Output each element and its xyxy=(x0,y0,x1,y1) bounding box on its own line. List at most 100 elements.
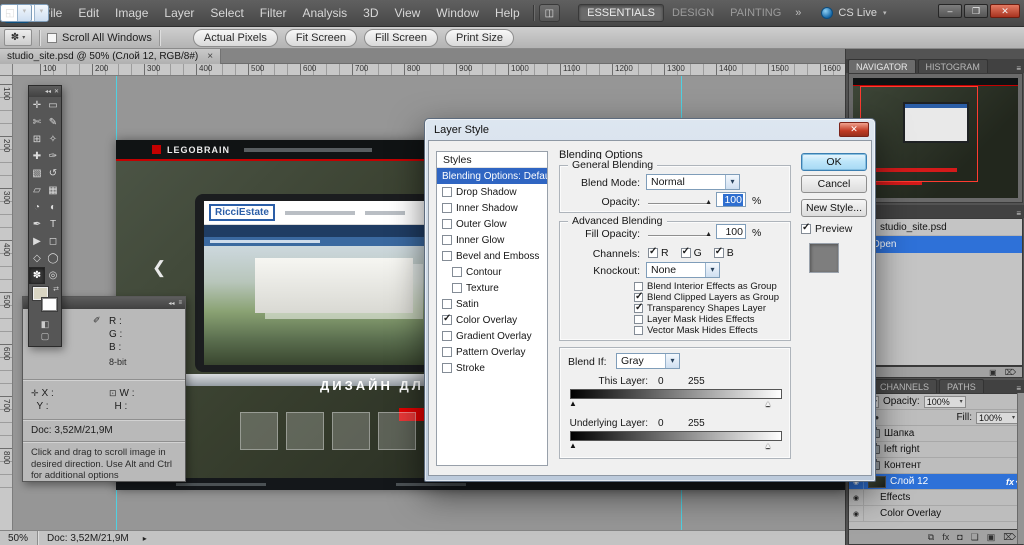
new-style-button[interactable]: New Style... xyxy=(801,199,867,217)
panel-menu-icon[interactable]: ≡ xyxy=(1016,209,1021,218)
panel-tab[interactable]: CHANNELS xyxy=(872,379,938,393)
blend-mode-dropdown[interactable]: Normal xyxy=(646,174,740,190)
navigator-thumbnail[interactable] xyxy=(853,78,1018,198)
style-item[interactable]: Satin xyxy=(437,296,547,312)
panel-tab[interactable]: NAVIGATOR xyxy=(848,59,916,73)
shadow-slider-handle[interactable]: ▲ xyxy=(569,400,577,408)
mode-icon[interactable]: ▢ xyxy=(41,331,50,342)
panel-menu-icon[interactable]: ≡ xyxy=(178,300,182,306)
option-checkbox[interactable] xyxy=(634,282,643,291)
channel-checkbox[interactable] xyxy=(713,246,724,258)
style-checkbox[interactable] xyxy=(452,283,462,293)
scrollbar[interactable] xyxy=(1017,393,1024,544)
style-checkbox[interactable] xyxy=(452,267,462,277)
option-checkbox[interactable] xyxy=(634,315,643,324)
menu-item[interactable]: Layer xyxy=(156,0,202,27)
fill-dropdown[interactable]: 100% xyxy=(976,411,1018,424)
menu-item[interactable]: Edit xyxy=(70,0,107,27)
close-icon[interactable]: ✕ xyxy=(54,88,59,95)
preview-option[interactable]: Preview xyxy=(801,222,852,235)
dialog-close-button[interactable]: ✕ xyxy=(839,122,869,137)
style-item[interactable]: Stroke xyxy=(437,360,547,376)
channel-checkbox[interactable] xyxy=(680,246,691,258)
blur-tool[interactable]: ◔ xyxy=(29,199,45,216)
collapse-icon[interactable]: ◂◂ xyxy=(168,300,174,307)
workspace-button[interactable]: ESSENTIALS xyxy=(578,4,664,22)
eraser-tool[interactable]: ▱ xyxy=(29,182,45,199)
style-checkbox[interactable] xyxy=(442,363,452,373)
cs-live-button[interactable]: CS Live xyxy=(821,7,886,19)
workspace-overflow-chevron[interactable]: » xyxy=(789,7,807,19)
history-brush-tool[interactable]: ↺ xyxy=(45,165,61,182)
layers-footer-icon[interactable]: ◘ xyxy=(957,532,962,542)
advanced-option[interactable]: Blend Clipped Layers as Group xyxy=(634,291,779,303)
brush-tool[interactable]: ✑ xyxy=(45,148,61,165)
advanced-option[interactable]: Layer Mask Hides Effects xyxy=(634,314,779,325)
style-item[interactable]: Contour xyxy=(437,264,547,280)
panel-tab[interactable]: PATHS xyxy=(939,379,984,393)
style-item[interactable]: Gradient Overlay xyxy=(437,328,547,344)
view-button[interactable]: Actual Pixels xyxy=(192,28,278,47)
ok-button[interactable]: OK xyxy=(801,153,867,171)
close-button[interactable]: ✕ xyxy=(990,4,1020,18)
style-item[interactable]: Texture xyxy=(437,280,547,296)
scroll-all-windows-checkbox[interactable] xyxy=(47,32,57,43)
layers-footer-icon[interactable]: ❏ xyxy=(971,532,979,543)
style-checkbox[interactable] xyxy=(442,203,452,213)
this-layer-gradient-bar[interactable] xyxy=(570,389,782,399)
zoom-tool[interactable]: ◎ xyxy=(45,267,61,284)
3d-rotate-tool[interactable]: ◇ xyxy=(29,250,45,267)
option-checkbox[interactable] xyxy=(634,291,643,302)
style-checkbox[interactable] xyxy=(442,219,452,229)
status-options-arrow[interactable]: ▸ xyxy=(143,534,147,543)
minimize-button[interactable]: – xyxy=(938,4,962,18)
view-button[interactable]: Fit Screen xyxy=(284,28,357,47)
tab-close-icon[interactable]: × xyxy=(207,51,213,62)
shadow-slider-handle[interactable]: ▲ xyxy=(569,442,577,450)
channel-checkbox-item[interactable]: R xyxy=(648,246,669,259)
menu-item[interactable]: Image xyxy=(107,0,156,27)
style-item[interactable]: Pattern Overlay xyxy=(437,344,547,360)
view-button[interactable]: Print Size xyxy=(444,28,515,47)
cancel-button[interactable]: Cancel xyxy=(801,175,867,193)
mode-icon[interactable]: ◧ xyxy=(41,319,50,330)
option-checkbox[interactable] xyxy=(634,302,643,313)
screen-mode-icon[interactable]: ◱ xyxy=(0,4,32,22)
blend-if-dropdown[interactable]: Gray xyxy=(616,353,680,369)
style-item[interactable]: Color Overlay xyxy=(437,312,547,328)
dialog-title-bar[interactable]: Layer Style xyxy=(428,119,872,140)
hand-tool[interactable]: ✽ xyxy=(29,267,45,284)
rectangular-marquee-tool[interactable]: ▭ xyxy=(45,97,61,114)
background-color-swatch[interactable] xyxy=(41,297,58,312)
style-item[interactable]: Blending Options: Default xyxy=(437,168,547,184)
channel-checkbox-item[interactable]: G xyxy=(680,246,702,259)
layers-footer-icon[interactable]: ⌦ xyxy=(1003,532,1016,543)
layers-footer-icon[interactable]: ▣ xyxy=(987,532,996,543)
advanced-option[interactable]: Blend Interior Effects as Group xyxy=(634,281,779,292)
crop-tool[interactable]: ⊞ xyxy=(29,131,45,148)
workspace-button[interactable]: PAINTING xyxy=(722,4,789,22)
layer-row[interactable]: Effects xyxy=(849,490,1022,506)
panel-menu-icon[interactable]: ≡ xyxy=(1016,64,1021,73)
menu-item[interactable]: Analysis xyxy=(294,0,355,27)
lasso-tool[interactable]: ✄ xyxy=(29,114,45,131)
style-item[interactable]: Bevel and Emboss xyxy=(437,248,547,264)
collapse-icon[interactable]: ◂◂ xyxy=(45,88,51,95)
history-footer-icon[interactable]: ▣ xyxy=(989,368,997,377)
highlight-slider-handle[interactable]: ▲ xyxy=(764,442,772,450)
menu-item[interactable]: Filter xyxy=(252,0,295,27)
gradient-tool[interactable]: ▦ xyxy=(45,182,61,199)
panel-tab[interactable]: HISTOGRAM xyxy=(917,59,988,73)
style-checkbox[interactable] xyxy=(442,299,452,309)
opacity-field[interactable]: 100 xyxy=(716,192,746,207)
advanced-option[interactable]: Transparency Shapes Layer xyxy=(634,302,779,314)
channel-checkbox-item[interactable]: B xyxy=(713,246,734,259)
menu-item[interactable]: Help xyxy=(487,0,528,27)
fill-opacity-field[interactable]: 100 xyxy=(716,224,746,239)
menu-item[interactable]: Window xyxy=(428,0,487,27)
eyedropper-tool[interactable]: ✧ xyxy=(45,131,61,148)
swap-colors-icon[interactable]: ⇄ xyxy=(53,285,59,293)
panel-menu-icon[interactable]: ≡ xyxy=(1016,384,1021,393)
navigator-view-rectangle[interactable] xyxy=(859,86,979,183)
path-selection-tool[interactable]: ▶ xyxy=(29,233,45,250)
